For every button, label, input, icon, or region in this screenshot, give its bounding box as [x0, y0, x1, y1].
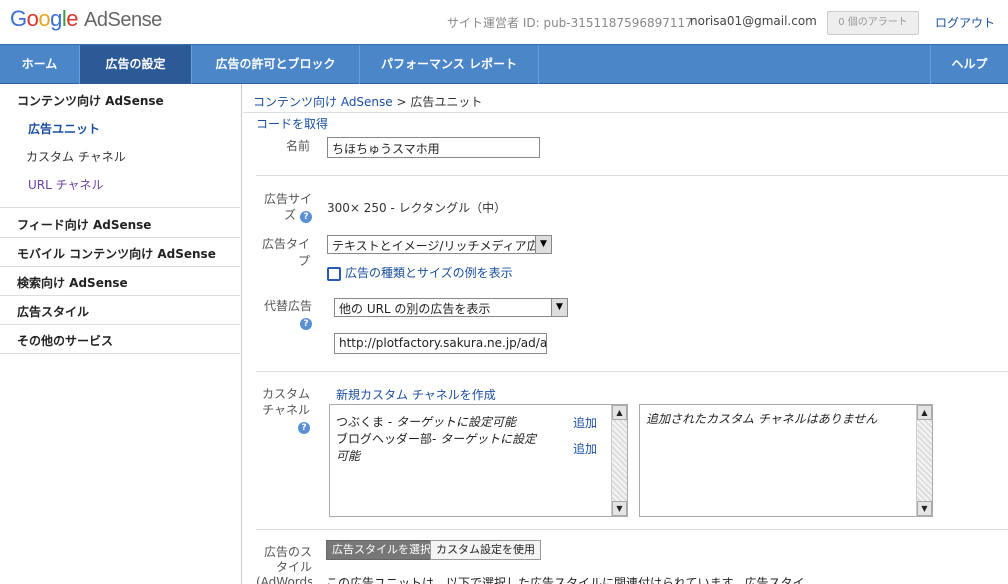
- logo-letter: G: [10, 6, 27, 31]
- logo-letter: o: [26, 6, 39, 31]
- divider: [0, 353, 240, 354]
- channel-note: ターゲットに設定可能: [395, 415, 516, 429]
- publisher-id: サイト運営者 ID: pub-3151187596897117: [447, 16, 693, 30]
- scroll-up-icon[interactable]: ▲: [917, 405, 932, 420]
- ad-size-value: 300× 250 - レクタングル（中）: [327, 201, 507, 215]
- sidebar-item-feeds[interactable]: フィード向け AdSense: [17, 216, 151, 233]
- alt-ads-label-text: 代替広告: [263, 299, 312, 313]
- breadcrumb-current: 広告ユニット: [410, 95, 483, 109]
- divider: [0, 324, 240, 325]
- tab-performance-reports[interactable]: パフォーマンス レポート: [360, 45, 539, 84]
- get-code-link[interactable]: コードを取得: [256, 115, 328, 132]
- channel-name: ブログヘッダー部-: [336, 432, 441, 446]
- ad-type-example-link[interactable]: 広告の種類とサイズの例を表示: [345, 266, 513, 280]
- tab-home[interactable]: ホーム: [0, 45, 80, 84]
- header: Google AdSense サイト運営者 ID: pub-31511875968…: [0, 0, 1008, 44]
- logo-letter: g: [50, 6, 62, 31]
- tab-help[interactable]: ヘルプ: [930, 45, 1008, 84]
- user-email: norisa01@gmail.com: [690, 14, 817, 28]
- sidebar-item-ad-units[interactable]: 広告ユニット: [28, 120, 100, 137]
- popup-window-icon: [327, 266, 341, 281]
- scrollbar[interactable]: ▲ ▼: [611, 405, 627, 516]
- divider: [0, 295, 240, 296]
- list-item: ブログヘッダー部- ターゲットに設定可能: [336, 431, 546, 465]
- divider: [256, 371, 1008, 372]
- alerts-button[interactable]: 0 個のアラート: [827, 11, 919, 35]
- added-channels-list[interactable]: 追加されたカスタム チャネルはありません ▲ ▼: [639, 404, 933, 517]
- scroll-down-icon[interactable]: ▼: [612, 501, 627, 516]
- product-name: AdSense: [84, 9, 162, 31]
- dropdown-arrow-icon: ▼: [551, 299, 567, 316]
- ad-type-select[interactable]: テキストとイメージ/リッチメディア広告 ▼: [327, 235, 552, 254]
- sidebar-item-custom-channels[interactable]: カスタム チャネル: [26, 148, 126, 165]
- ad-style-label: 広告のスタイル (AdWords: [256, 545, 312, 584]
- breadcrumb-separator: >: [392, 95, 411, 109]
- sidebar-item-mobile[interactable]: モバイル コンテンツ向け AdSense: [17, 245, 216, 262]
- ad-size-label: 広告サイズ ?: [256, 191, 312, 223]
- breadcrumb-parent-link[interactable]: コンテンツ向け AdSense: [253, 95, 393, 109]
- ad-type-selected: テキストとイメージ/リッチメディア広告: [332, 239, 551, 253]
- sidebar-item-url-channels[interactable]: URL チャネル: [28, 176, 104, 193]
- ad-type-example[interactable]: 広告の種類とサイズの例を表示: [327, 264, 513, 281]
- empty-message: 追加されたカスタム チャネルはありません: [646, 412, 878, 426]
- ad-type-label: 広告タイプ: [261, 237, 310, 268]
- scroll-up-icon[interactable]: ▲: [612, 405, 627, 420]
- add-channel-button[interactable]: 追加: [573, 440, 597, 457]
- scrollbar[interactable]: ▲ ▼: [916, 405, 932, 516]
- sidebar-item-search[interactable]: 検索向け AdSense: [17, 274, 128, 291]
- channel-name: つぶくま -: [336, 415, 396, 429]
- logo-letter: o: [38, 6, 51, 31]
- tab-allow-block[interactable]: 広告の許可とブロック: [192, 45, 360, 84]
- tab-ad-settings[interactable]: 広告の設定: [80, 45, 192, 84]
- sidebar: コンテンツ向け AdSense 広告ユニット カスタム チャネル URL チャネ…: [0, 84, 242, 584]
- help-icon[interactable]: ?: [298, 422, 310, 434]
- custom-channel-label: カスタムチャネル?: [256, 386, 310, 434]
- dropdown-arrow-icon: ▼: [535, 236, 551, 253]
- alt-ads-selected: 他の URL の別の広告を表示: [339, 302, 491, 316]
- available-channels-list[interactable]: つぶくま - ターゲットに設定可能 追加 ブログヘッダー部- ターゲットに設定可…: [329, 404, 628, 517]
- new-channel-link[interactable]: 新規カスタム チャネルを作成: [336, 386, 496, 403]
- logout-link[interactable]: ログアウト: [935, 14, 995, 31]
- help-icon[interactable]: ?: [300, 211, 312, 223]
- sidebar-item-ad-styles[interactable]: 広告スタイル: [17, 303, 89, 320]
- help-icon[interactable]: ?: [300, 318, 312, 330]
- custom-channel-label-text: カスタムチャネル: [261, 387, 310, 417]
- logo-letter: e: [66, 6, 79, 31]
- breadcrumb: コンテンツ向け AdSense > 広告ユニット: [253, 93, 482, 110]
- divider: [0, 237, 240, 238]
- divider: [0, 266, 240, 267]
- list-item: つぶくま - ターゲットに設定可能: [336, 414, 546, 431]
- alt-ads-label: 代替広告?: [256, 298, 312, 330]
- divider: [256, 175, 1008, 176]
- tab-select-ad-style[interactable]: 広告スタイルを選択: [326, 540, 437, 560]
- name-label: 名前: [285, 139, 310, 153]
- divider: [256, 529, 1008, 530]
- main-nav: ホーム 広告の設定 広告の許可とブロック パフォーマンス レポート ヘルプ: [0, 44, 1008, 84]
- scroll-down-icon[interactable]: ▼: [917, 501, 932, 516]
- sidebar-item-other-services[interactable]: その他のサービス: [17, 332, 113, 349]
- add-channel-button[interactable]: 追加: [573, 414, 597, 431]
- divider: [0, 207, 240, 208]
- tab-custom-settings[interactable]: カスタム設定を使用: [430, 540, 541, 560]
- ad-style-description: この広告ユニットは、以下で選択した広告スタイルに関連付けられています。広告スタイ…: [326, 576, 806, 584]
- google-adsense-logo[interactable]: Google AdSense: [10, 6, 162, 32]
- alt-url-input[interactable]: http://plotfactory.sakura.ne.jp/ad/ad0: [334, 333, 547, 354]
- alt-ads-select[interactable]: 他の URL の別の広告を表示 ▼: [334, 298, 568, 317]
- sidebar-item-content-adsense[interactable]: コンテンツ向け AdSense: [17, 92, 164, 109]
- name-input[interactable]: ちほちゅうスマホ用: [327, 137, 540, 158]
- divider: [243, 112, 1008, 113]
